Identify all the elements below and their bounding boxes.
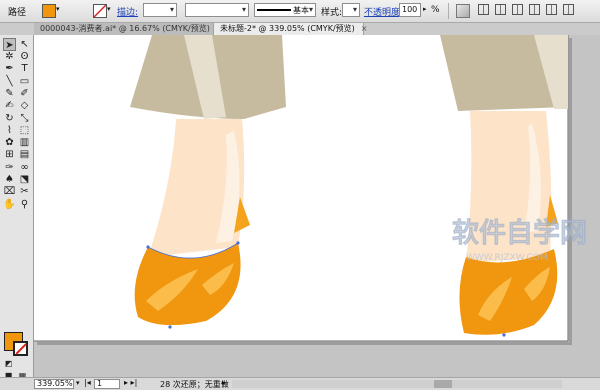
align-vertical-center-icon[interactable] bbox=[546, 4, 557, 15]
anchor-point[interactable] bbox=[146, 245, 150, 249]
no-stroke-icon bbox=[94, 5, 106, 17]
stroke-color-swatch[interactable] bbox=[93, 4, 107, 18]
fill-color-swatch[interactable] bbox=[42, 4, 56, 18]
recolor-artwork-icon[interactable] bbox=[456, 4, 470, 18]
type-icon: T bbox=[21, 63, 28, 74]
divider bbox=[448, 3, 449, 19]
tab-document-2[interactable]: 未标题-2* @ 339.05% (CMYK/预览) × bbox=[214, 23, 367, 35]
opacity-stepper-icon[interactable]: ▸ bbox=[423, 5, 427, 13]
close-icon[interactable]: × bbox=[361, 24, 368, 33]
rotate-icon: ↻ bbox=[5, 113, 14, 124]
scale-icon: ⤡ bbox=[20, 113, 29, 124]
type-tool-button[interactable]: T bbox=[18, 62, 31, 75]
graphic-style-select[interactable]: ▾ bbox=[342, 3, 360, 17]
paintbrush-icon: ✎ bbox=[5, 88, 14, 99]
anchor-point[interactable] bbox=[168, 325, 172, 329]
control-bar: 路径 ▾ ▾ 描边: ▾ ▾ 基本 ▾ 样式: ▾ 不透明度: 100 ▸ % bbox=[0, 0, 600, 23]
magic-wand-icon: ✲ bbox=[5, 51, 14, 62]
chevron-down-icon[interactable]: ▾ bbox=[56, 5, 60, 13]
zoom-icon: ⚲ bbox=[20, 199, 29, 210]
chevron-down-icon: ▾ bbox=[308, 5, 313, 14]
chevron-down-icon: ▾ bbox=[169, 5, 174, 14]
blob-brush-tool-button[interactable]: ✍ bbox=[3, 99, 16, 112]
anchor-point[interactable] bbox=[502, 333, 506, 337]
document-tab-bar: 0000043-消费者.ai* @ 16.67% (CMYK/预览)× 未标题-… bbox=[0, 23, 600, 35]
brush-definition-select[interactable]: 基本 ▾ bbox=[254, 3, 316, 17]
gradient-tool-button[interactable]: ▤ bbox=[18, 148, 31, 161]
pencil-icon: ✐ bbox=[20, 88, 29, 99]
mesh-tool-button[interactable]: ⊞ bbox=[3, 148, 16, 161]
first-artboard-icon[interactable]: |◂ bbox=[84, 378, 91, 387]
direct-selection-icon: ↖ bbox=[20, 39, 29, 50]
opacity-panel-link[interactable]: 不透明度: bbox=[364, 5, 403, 18]
watermark-text: 软件自学网 bbox=[452, 217, 587, 249]
live-paint-icon: ♠ bbox=[5, 174, 14, 185]
stroke-weight-select[interactable]: ▾ bbox=[143, 3, 177, 17]
align-right-icon[interactable] bbox=[512, 4, 523, 15]
scissors-icon: ✂ bbox=[20, 186, 29, 197]
watermark-url: WWW.RJZXW.COM bbox=[466, 253, 548, 263]
chevron-down-icon: ▾ bbox=[241, 5, 246, 14]
horizontal-scrollbar-track[interactable] bbox=[232, 380, 562, 388]
horizontal-scrollbar-thumb[interactable] bbox=[434, 380, 452, 388]
stroke-swatch[interactable] bbox=[13, 341, 28, 356]
stroke-panel-link[interactable]: 描边: bbox=[117, 5, 138, 18]
eraser-tool-button[interactable]: ◇ bbox=[18, 99, 31, 112]
column-graph-icon: ▥ bbox=[19, 137, 30, 148]
slice-tool-button[interactable]: ⌧ bbox=[3, 185, 16, 198]
chevron-down-icon[interactable]: ▾ bbox=[107, 5, 111, 13]
artboard-shadow bbox=[569, 38, 572, 343]
align-bottom-icon[interactable] bbox=[563, 4, 574, 15]
warp-icon: ⌇ bbox=[7, 125, 12, 136]
artboard-canvas[interactable]: 软件自学网 WWW.RJZXW.COM bbox=[34, 35, 600, 379]
artwork: 软件自学网 WWW.RJZXW.COM bbox=[34, 35, 587, 345]
blob-brush-icon: ✍ bbox=[5, 100, 14, 111]
align-left-icon[interactable] bbox=[478, 4, 489, 15]
chevron-down-icon: ▾ bbox=[352, 5, 357, 14]
anchor-point[interactable] bbox=[236, 241, 240, 245]
align-controls bbox=[478, 4, 580, 18]
artboard-number-select[interactable]: 1 bbox=[94, 379, 120, 389]
slice-icon: ⌧ bbox=[3, 186, 16, 197]
scissors-tool-button[interactable]: ✂ bbox=[18, 185, 31, 198]
blend-icon: ∞ bbox=[20, 162, 29, 173]
eraser-icon: ◇ bbox=[20, 100, 29, 111]
status-menu-icon[interactable]: ▸ bbox=[222, 378, 226, 387]
zoom-tool-button[interactable]: ⚲ bbox=[18, 198, 31, 211]
style-label: 样式: bbox=[321, 8, 343, 18]
object-type-label: 路径 bbox=[8, 8, 27, 18]
opacity-input[interactable]: 100 bbox=[399, 3, 421, 17]
status-message: 28 次还原；无重做 bbox=[160, 380, 229, 389]
variable-width-profile-select[interactable]: ▾ bbox=[185, 3, 249, 17]
opacity-unit: % bbox=[431, 5, 440, 15]
tab-document-1[interactable]: 0000043-消费者.ai* @ 16.67% (CMYK/预览)× bbox=[34, 23, 223, 35]
status-bar: 339.05% ▾ |◂ 1 ▸ ▸| 28 次还原；无重做 ▸ bbox=[0, 377, 600, 390]
symbol-sprayer-icon: ✿ bbox=[5, 137, 14, 148]
hand-icon: ✋ bbox=[3, 199, 16, 210]
brush-name-label: 基本 bbox=[293, 6, 309, 15]
eyedropper-icon: ✑ bbox=[5, 162, 14, 173]
align-top-icon[interactable] bbox=[529, 4, 540, 15]
hand-tool-button[interactable]: ✋ bbox=[3, 198, 16, 211]
line-icon: ╲ bbox=[6, 76, 13, 87]
lasso-icon: ʘ bbox=[20, 51, 29, 62]
pen-tool-button[interactable]: ✒ bbox=[3, 62, 16, 75]
artboard-shadow bbox=[37, 342, 572, 345]
brush-stroke-preview bbox=[257, 9, 291, 11]
next-artboard-icon[interactable]: ▸ ▸| bbox=[124, 378, 137, 387]
free-transform-icon: ⬚ bbox=[19, 125, 30, 136]
pen-icon: ✒ bbox=[5, 63, 14, 74]
tools-panel: ◩ ■ ▦ ➤ ↖ ✲ ʘ ✒ T ╲ ▭ ✎ ✐ ✍ ◇ ↻ ⤡ ⌇ ⬚ ✿ ▥ ⊞ ▤ ✑ ∞ ♠ ⬔ ⌧ ✂ ✋ ⚲ bbox=[0, 35, 34, 380]
live-paint-selection-icon: ⬔ bbox=[19, 174, 30, 185]
rectangle-icon: ▭ bbox=[19, 76, 30, 87]
gradient-icon: ▤ bbox=[19, 149, 30, 160]
chevron-down-icon[interactable]: ▾ bbox=[76, 379, 80, 387]
zoom-select[interactable]: 339.05% bbox=[34, 379, 74, 389]
align-horizontal-center-icon[interactable] bbox=[495, 4, 506, 15]
mesh-icon: ⊞ bbox=[5, 149, 14, 160]
